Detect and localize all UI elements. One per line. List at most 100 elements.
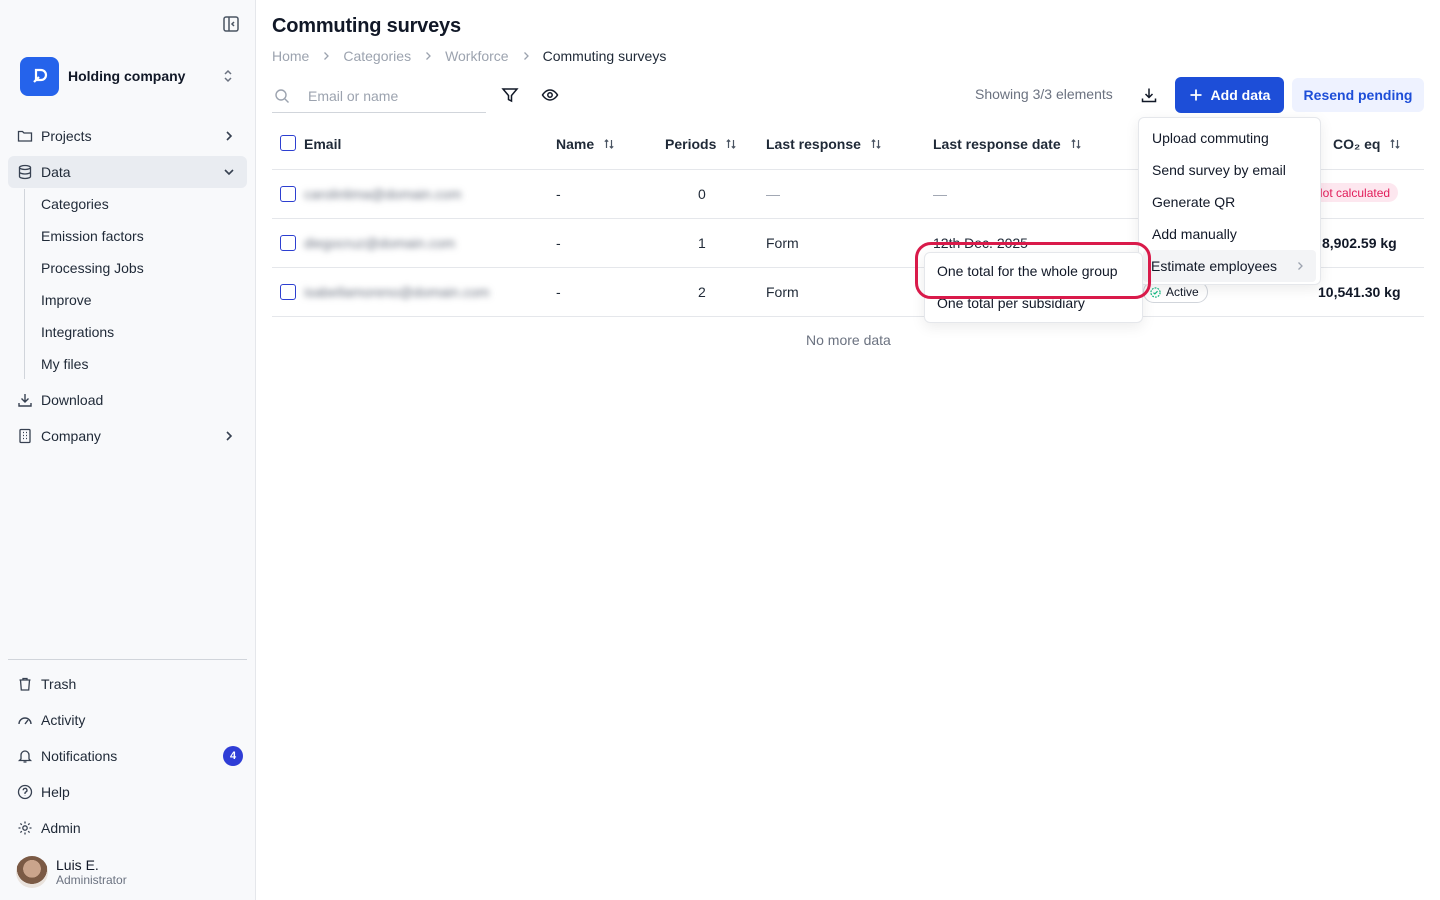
breadcrumb-categories[interactable]: Categories bbox=[343, 48, 411, 64]
sort-icon bbox=[1070, 139, 1081, 149]
search-box bbox=[272, 80, 486, 113]
cell-last-response: — bbox=[766, 186, 780, 202]
sidebar-item-help[interactable]: Help bbox=[8, 776, 247, 808]
cell-periods: 1 bbox=[698, 235, 706, 251]
cell-email: diegocruz@domain.com bbox=[304, 235, 456, 251]
estimate-employees-submenu: One total for the whole group One total … bbox=[924, 252, 1143, 323]
sidebar-subitem-integrations[interactable]: Integrations bbox=[41, 318, 114, 346]
row-checkbox[interactable] bbox=[280, 186, 296, 202]
sidebar-item-label: Data bbox=[41, 164, 71, 180]
add-data-menu: Upload commuting Send survey by email Ge… bbox=[1138, 117, 1321, 285]
cell-name: - bbox=[556, 186, 561, 202]
sort-icon bbox=[1390, 139, 1401, 149]
sort-icon bbox=[871, 139, 881, 149]
cell-last-response: Form bbox=[766, 235, 799, 251]
submenu-item-one-total-subsidiary[interactable]: One total per subsidiary bbox=[937, 295, 1085, 311]
menu-item-send-survey[interactable]: Send survey by email bbox=[1143, 154, 1316, 186]
sidebar-item-label: Trash bbox=[41, 676, 77, 692]
chevron-right-icon bbox=[426, 52, 431, 60]
sort-icon bbox=[604, 139, 614, 149]
breadcrumb-workforce[interactable]: Workforce bbox=[445, 48, 509, 64]
bell-icon bbox=[17, 750, 33, 763]
cell-co2: 10,541.30 kg bbox=[1318, 284, 1401, 300]
chevron-down-icon bbox=[224, 169, 234, 176]
status-badge-not-calculated: Not calculated bbox=[1310, 183, 1399, 202]
app-root: Holding company Projects Data Categories… bbox=[0, 0, 1440, 900]
search-icon bbox=[275, 89, 289, 103]
table-footer: No more data bbox=[806, 332, 891, 348]
eye-icon[interactable] bbox=[541, 86, 559, 104]
sidebar-item-label: Help bbox=[41, 784, 70, 800]
trash-icon bbox=[19, 677, 31, 691]
sidebar-subitem-improve[interactable]: Improve bbox=[41, 286, 92, 314]
column-header-last-response-date[interactable]: Last response date bbox=[933, 136, 1082, 152]
sidebar-subitem-categories[interactable]: Categories bbox=[41, 190, 109, 218]
org-logo-icon bbox=[20, 56, 59, 96]
select-all-checkbox[interactable] bbox=[280, 135, 296, 151]
sidebar-item-label: Download bbox=[41, 392, 104, 408]
gauge-icon bbox=[18, 717, 32, 725]
gear-icon bbox=[18, 821, 32, 835]
sidebar-subitem-processing-jobs[interactable]: Processing Jobs bbox=[41, 254, 144, 282]
cell-name: - bbox=[556, 284, 561, 300]
sidebar-toggle-icon[interactable] bbox=[222, 15, 240, 33]
add-data-button[interactable]: Add data bbox=[1175, 77, 1284, 113]
sidebar: Holding company Projects Data Categories… bbox=[0, 0, 256, 900]
user-name: Luis E. bbox=[56, 857, 99, 873]
sort-icon bbox=[726, 139, 736, 149]
chevron-right-icon bbox=[226, 431, 233, 441]
menu-item-upload-commuting[interactable]: Upload commuting bbox=[1143, 122, 1316, 154]
sidebar-item-trash[interactable]: Trash bbox=[8, 668, 247, 700]
plus-icon bbox=[1190, 89, 1202, 101]
resend-pending-button[interactable]: Resend pending bbox=[1292, 78, 1424, 112]
menu-item-estimate-employees[interactable]: Estimate employees bbox=[1143, 250, 1316, 282]
row-checkbox[interactable] bbox=[280, 235, 296, 251]
cell-email: carolinlima@domain.com bbox=[304, 186, 462, 202]
chevron-right-icon bbox=[226, 131, 233, 141]
column-header-name[interactable]: Name bbox=[556, 136, 615, 152]
sidebar-item-projects[interactable]: Projects bbox=[8, 120, 247, 152]
sidebar-item-download[interactable]: Download bbox=[8, 384, 247, 416]
submenu-item-one-total-group[interactable]: One total for the whole group bbox=[937, 263, 1118, 279]
search-input[interactable] bbox=[308, 88, 478, 104]
cell-last-response-date: 12th Dec. 2025 bbox=[933, 235, 1028, 251]
building-icon bbox=[19, 428, 31, 444]
sidebar-subitem-emission-factors[interactable]: Emission factors bbox=[41, 222, 144, 250]
user-profile[interactable]: Luis E. Administrator bbox=[16, 856, 127, 888]
user-role: Administrator bbox=[56, 873, 127, 887]
submenu-guide-line bbox=[24, 189, 25, 379]
sidebar-item-notifications[interactable]: Notifications 4 bbox=[8, 740, 247, 772]
check-circle-icon bbox=[1150, 286, 1161, 298]
sidebar-item-data[interactable]: Data bbox=[8, 156, 247, 188]
sidebar-item-activity[interactable]: Activity bbox=[8, 704, 247, 736]
sidebar-item-company[interactable]: Company bbox=[8, 420, 247, 452]
filter-icon[interactable] bbox=[501, 86, 519, 104]
sidebar-item-label: Company bbox=[41, 428, 101, 444]
column-header-last-response[interactable]: Last response bbox=[766, 136, 882, 152]
cell-email: isabellamoreno@domain.com bbox=[304, 284, 490, 300]
cell-periods: 0 bbox=[698, 186, 706, 202]
help-circle-icon bbox=[17, 784, 33, 800]
chevron-up-down-icon bbox=[224, 69, 232, 83]
results-count: Showing 3/3 elements bbox=[975, 86, 1113, 102]
column-header-co2[interactable]: CO₂ eq bbox=[1333, 136, 1401, 152]
download-icon[interactable] bbox=[1140, 86, 1158, 104]
database-icon bbox=[18, 164, 32, 180]
cell-co2: 8,902.59 kg bbox=[1322, 235, 1397, 251]
sidebar-divider bbox=[8, 659, 247, 660]
menu-item-generate-qr[interactable]: Generate QR bbox=[1143, 186, 1316, 218]
sidebar-item-admin[interactable]: Admin bbox=[8, 812, 247, 844]
column-header-periods[interactable]: Periods bbox=[665, 136, 737, 152]
row-checkbox[interactable] bbox=[280, 284, 296, 300]
sidebar-item-label: Activity bbox=[41, 712, 86, 728]
menu-item-add-manually[interactable]: Add manually bbox=[1143, 218, 1316, 250]
breadcrumb: Home Categories Workforce Commuting surv… bbox=[272, 48, 666, 64]
org-switcher[interactable]: Holding company bbox=[20, 56, 242, 96]
breadcrumb-home[interactable]: Home bbox=[272, 48, 309, 64]
page-title: Commuting surveys bbox=[272, 15, 461, 37]
chevron-right-icon bbox=[1298, 262, 1303, 270]
sidebar-subitem-my-files[interactable]: My files bbox=[41, 350, 88, 378]
cell-periods: 2 bbox=[698, 284, 706, 300]
cell-last-response: Form bbox=[766, 284, 799, 300]
sidebar-item-label: Notifications bbox=[41, 748, 118, 764]
